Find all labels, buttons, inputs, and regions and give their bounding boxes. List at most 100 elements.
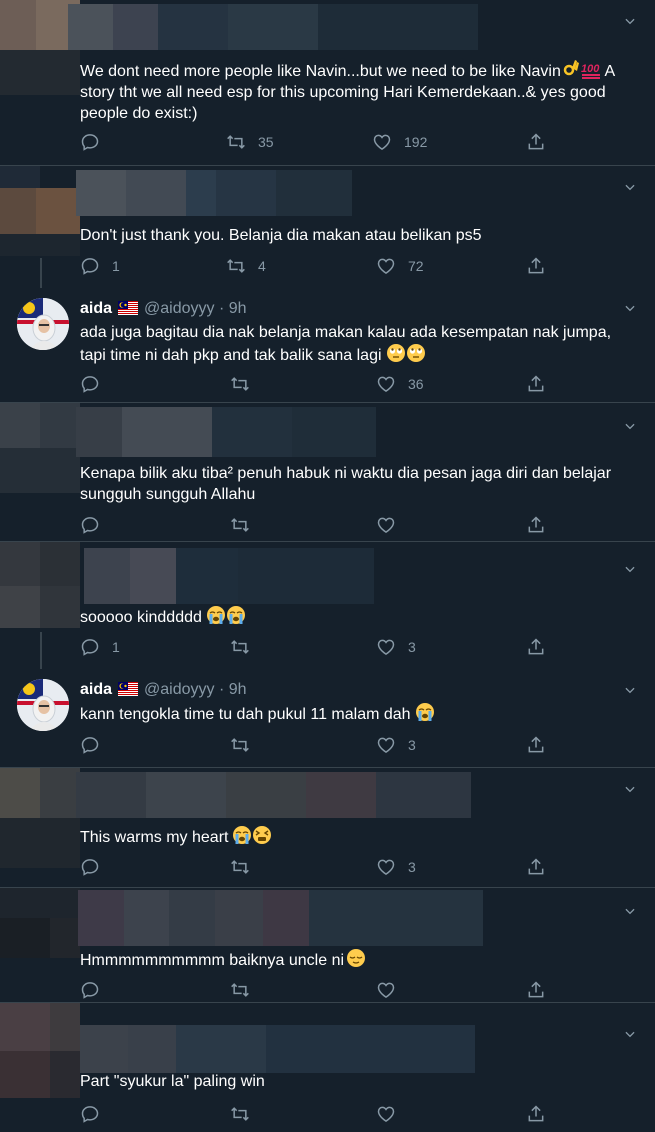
author-handle[interactable]: @aidoyyy bbox=[144, 300, 215, 317]
chevron-down-icon[interactable] bbox=[623, 904, 637, 918]
tweet-time[interactable]: 9h bbox=[229, 300, 247, 317]
tweet-actions: 1 3 bbox=[80, 636, 560, 658]
retweet-button[interactable] bbox=[230, 514, 262, 536]
like-button[interactable]: 3 bbox=[376, 636, 416, 658]
tweet-item[interactable]: This warms my heart 3 bbox=[0, 768, 655, 888]
retweet-button[interactable] bbox=[230, 636, 262, 658]
author-name[interactable] bbox=[78, 890, 483, 946]
tweet-text: sooooo kinddddd bbox=[80, 605, 627, 628]
retweet-icon bbox=[230, 857, 250, 877]
like-button[interactable]: 3 bbox=[376, 734, 416, 756]
like-button[interactable]: 192 bbox=[372, 131, 427, 153]
like-button[interactable] bbox=[376, 514, 408, 536]
tweet-item[interactable]: aida @aidoyyy · 9h kann tengokla time tu … bbox=[0, 669, 655, 768]
avatar[interactable] bbox=[0, 542, 80, 628]
share-icon bbox=[526, 1104, 546, 1124]
tweet-text: ada juga bagitau dia nak belanja makan k… bbox=[80, 324, 612, 364]
tweet-time[interactable]: 9h bbox=[229, 681, 247, 698]
share-button[interactable] bbox=[526, 514, 546, 536]
like-button[interactable] bbox=[376, 1103, 408, 1125]
reply-button[interactable]: 1 bbox=[80, 255, 120, 277]
reply-button[interactable] bbox=[80, 1103, 112, 1125]
share-button[interactable] bbox=[526, 131, 546, 153]
tired-face-icon bbox=[252, 825, 272, 845]
reply-icon bbox=[80, 515, 100, 535]
avatar[interactable] bbox=[17, 298, 69, 350]
retweet-button[interactable] bbox=[230, 856, 262, 878]
author-name[interactable] bbox=[68, 4, 478, 50]
share-button[interactable] bbox=[526, 734, 546, 756]
like-button[interactable]: 3 bbox=[376, 856, 416, 878]
retweet-button[interactable]: 35 bbox=[226, 131, 274, 153]
tweet-item[interactable]: Hmmmmmmmmmm baiknya uncle ni bbox=[0, 888, 655, 1003]
tweet-item[interactable]: We dont need more people like Navin...bu… bbox=[0, 0, 655, 166]
tweet-item[interactable]: aida @aidoyyy · 9h ada juga bagitau dia n… bbox=[0, 289, 655, 403]
share-icon bbox=[526, 735, 546, 755]
author-name[interactable]: aida bbox=[80, 300, 112, 317]
chevron-down-icon[interactable] bbox=[623, 1027, 637, 1041]
avatar[interactable] bbox=[0, 888, 80, 988]
separator-dot: · bbox=[218, 300, 225, 317]
author-name[interactable] bbox=[84, 548, 374, 604]
retweet-button[interactable] bbox=[230, 734, 262, 756]
retweet-icon bbox=[230, 1104, 250, 1124]
retweet-icon bbox=[230, 637, 250, 657]
retweet-button[interactable]: 4 bbox=[226, 255, 266, 277]
retweet-icon bbox=[230, 735, 250, 755]
tweet-actions bbox=[80, 514, 560, 536]
avatar[interactable] bbox=[0, 403, 80, 523]
like-button[interactable]: 72 bbox=[376, 255, 424, 277]
share-button[interactable] bbox=[526, 1103, 546, 1125]
reply-button[interactable] bbox=[80, 856, 112, 878]
reply-button[interactable]: 1 bbox=[80, 636, 120, 658]
retweet-button[interactable] bbox=[230, 979, 262, 1001]
chevron-down-icon[interactable] bbox=[623, 14, 637, 28]
like-button[interactable] bbox=[376, 979, 408, 1001]
crying-face-icon bbox=[415, 702, 435, 722]
chevron-down-icon[interactable] bbox=[623, 782, 637, 796]
author-name[interactable] bbox=[80, 1025, 475, 1073]
author-handle[interactable]: @aidoyyy bbox=[144, 681, 215, 698]
share-button[interactable] bbox=[526, 979, 546, 1001]
share-button[interactable] bbox=[526, 636, 546, 658]
share-icon bbox=[526, 857, 546, 877]
author-name[interactable]: aida bbox=[80, 681, 112, 698]
chevron-down-icon[interactable] bbox=[623, 683, 637, 697]
retweet-button[interactable] bbox=[230, 1103, 262, 1125]
avatar[interactable] bbox=[0, 1003, 80, 1098]
tweet-actions: 1 4 72 bbox=[80, 255, 560, 277]
reply-button[interactable] bbox=[80, 979, 112, 1001]
thread-line bbox=[40, 632, 42, 669]
tweet-text: kann tengokla time tu dah pukul 11 malam… bbox=[80, 702, 627, 725]
author-name[interactable] bbox=[76, 170, 352, 216]
avatar[interactable] bbox=[17, 679, 69, 731]
share-button[interactable] bbox=[526, 856, 546, 878]
share-button[interactable] bbox=[526, 255, 546, 277]
reply-button[interactable] bbox=[80, 373, 112, 395]
like-icon bbox=[376, 515, 396, 535]
tweet-actions bbox=[80, 1103, 560, 1125]
like-icon bbox=[372, 132, 392, 152]
chevron-down-icon[interactable] bbox=[623, 180, 637, 194]
tweet-item[interactable]: Part "syukur la" paling win bbox=[0, 1003, 655, 1132]
avatar[interactable] bbox=[0, 166, 80, 256]
author-name[interactable] bbox=[76, 772, 471, 818]
chevron-down-icon[interactable] bbox=[623, 419, 637, 433]
reply-button[interactable] bbox=[80, 734, 112, 756]
reply-button[interactable] bbox=[80, 514, 112, 536]
like-button[interactable]: 36 bbox=[376, 373, 424, 395]
like-icon bbox=[376, 256, 396, 276]
chevron-down-icon[interactable] bbox=[623, 562, 637, 576]
tweet-item[interactable]: Kenapa bilik aku tiba² penuh habuk ni wa… bbox=[0, 403, 655, 542]
tweet-header: aida @aidoyyy · 9h bbox=[80, 299, 247, 319]
author-name[interactable] bbox=[76, 407, 376, 457]
tweet-item[interactable]: sooooo kinddddd 1 3 bbox=[0, 542, 655, 669]
retweet-button[interactable] bbox=[230, 373, 262, 395]
avatar[interactable] bbox=[0, 768, 80, 868]
share-icon bbox=[526, 256, 546, 276]
tweet-item[interactable]: Don't just thank you. Belanja dia makan … bbox=[0, 166, 655, 289]
tweet-actions: 35 192 bbox=[80, 131, 560, 153]
chevron-down-icon[interactable] bbox=[623, 301, 637, 315]
reply-button[interactable] bbox=[80, 131, 112, 153]
share-button[interactable] bbox=[526, 373, 546, 395]
